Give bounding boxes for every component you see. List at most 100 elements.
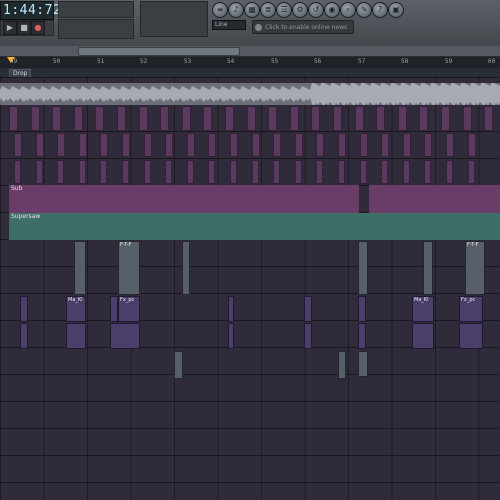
hat-pattern-clip[interactable] <box>78 160 86 184</box>
snare-pattern-clip[interactable] <box>230 133 238 157</box>
kick-pattern-clip[interactable] <box>354 106 364 131</box>
hat-pattern-clip[interactable] <box>186 160 194 184</box>
snare-pattern-clip[interactable] <box>165 133 174 157</box>
search-icon[interactable]: ⌕ <box>340 2 356 18</box>
stop-button[interactable]: ■ <box>17 21 31 35</box>
automation-clip[interactable] <box>110 323 140 349</box>
kick-pattern-clip[interactable] <box>246 106 256 131</box>
snare-pattern-clip[interactable] <box>316 133 325 157</box>
snare-pattern-clip[interactable] <box>359 133 368 157</box>
snare-pattern-clip[interactable] <box>186 133 195 157</box>
automation-clip[interactable] <box>228 296 234 322</box>
snap-select[interactable]: Line <box>212 20 246 30</box>
automation-clip[interactable] <box>412 323 434 349</box>
snare-pattern-clip[interactable] <box>251 133 260 157</box>
snare-pattern-clip[interactable] <box>208 133 217 157</box>
snare-pattern-clip[interactable] <box>273 133 282 157</box>
automation-clip[interactable] <box>304 323 312 349</box>
automation-clip[interactable] <box>423 241 433 295</box>
record-button[interactable]: ● <box>31 21 45 35</box>
kick-pattern-clip[interactable] <box>160 106 170 131</box>
kick-pattern-clip[interactable] <box>484 106 494 131</box>
sub-clip[interactable] <box>369 185 500 213</box>
snare-pattern-clip[interactable] <box>402 133 411 157</box>
scrollbar-thumb[interactable] <box>78 47 240 56</box>
snare-pattern-clip[interactable] <box>294 133 303 157</box>
kick-pattern-clip[interactable] <box>138 106 148 131</box>
automation-clip[interactable] <box>66 323 86 349</box>
automation-clip[interactable] <box>74 241 86 295</box>
hat-pattern-clip[interactable] <box>467 160 475 184</box>
snare-pattern-clip[interactable] <box>78 133 87 157</box>
hat-pattern-clip[interactable] <box>402 160 410 184</box>
automation-clip[interactable] <box>20 296 28 322</box>
snare-pattern-clip[interactable] <box>14 133 22 157</box>
hat-pattern-clip[interactable] <box>273 160 281 184</box>
kick-pattern-clip[interactable] <box>268 106 278 131</box>
automation-clip[interactable] <box>182 241 190 295</box>
automation-clip[interactable]: F-T-F <box>118 241 140 295</box>
snare-pattern-clip[interactable] <box>57 133 66 157</box>
hat-pattern-clip[interactable] <box>446 160 453 184</box>
kick-pattern-clip[interactable] <box>52 106 62 131</box>
snare-pattern-clip[interactable] <box>338 133 346 157</box>
automation-clip[interactable]: Fx_pc <box>459 296 483 322</box>
play-button[interactable]: ▶ <box>3 21 17 35</box>
hat-pattern-clip[interactable] <box>251 160 259 184</box>
audio-waveform-clip[interactable] <box>0 83 500 105</box>
automation-clip[interactable] <box>174 351 183 379</box>
kick-pattern-clip[interactable] <box>311 106 321 131</box>
kick-pattern-clip[interactable] <box>289 106 299 131</box>
kick-pattern-clip[interactable] <box>419 106 429 131</box>
kick-pattern-clip[interactable] <box>30 106 40 131</box>
undo-icon[interactable]: ↺ <box>308 2 324 18</box>
automation-clip[interactable] <box>358 351 368 377</box>
playlist-scrollbar[interactable] <box>0 46 500 57</box>
hat-pattern-clip[interactable] <box>208 160 216 184</box>
supersaw-clip[interactable]: Supersaw <box>9 213 369 240</box>
hat-pattern-clip[interactable] <box>294 160 302 184</box>
hat-pattern-clip[interactable] <box>14 160 21 184</box>
snare-pattern-clip[interactable] <box>467 133 476 157</box>
hat-pattern-clip[interactable] <box>57 160 65 184</box>
hat-pattern-clip[interactable] <box>338 160 345 184</box>
automation-clip[interactable] <box>459 323 483 349</box>
snare-pattern-clip[interactable] <box>446 133 454 157</box>
automation-clip[interactable] <box>304 296 312 322</box>
song-position-marker[interactable] <box>7 57 15 63</box>
automation-clip[interactable]: Ma_Kl <box>412 296 434 322</box>
supersaw-clip[interactable] <box>369 213 500 240</box>
kick-pattern-clip[interactable] <box>462 106 472 131</box>
automation-clip[interactable] <box>358 296 366 322</box>
kick-pattern-clip[interactable] <box>203 106 213 131</box>
playlist-icon[interactable]: ≡ <box>212 2 228 18</box>
kick-pattern-clip[interactable] <box>9 106 18 131</box>
hat-pattern-clip[interactable] <box>100 160 108 184</box>
hat-pattern-clip[interactable] <box>230 160 237 184</box>
kick-pattern-clip[interactable] <box>333 106 342 131</box>
snare-pattern-clip[interactable] <box>35 133 44 157</box>
hat-pattern-clip[interactable] <box>424 160 432 184</box>
hat-pattern-clip[interactable] <box>35 160 43 184</box>
kick-pattern-clip[interactable] <box>397 106 407 131</box>
kick-pattern-clip[interactable] <box>181 106 191 131</box>
save-icon[interactable]: ◉ <box>324 2 340 18</box>
hat-pattern-clip[interactable] <box>381 160 389 184</box>
cpu-icon[interactable]: ▣ <box>388 2 404 18</box>
snare-pattern-clip[interactable] <box>100 133 109 157</box>
hat-pattern-clip[interactable] <box>165 160 173 184</box>
snare-pattern-clip[interactable] <box>424 133 433 157</box>
plugin-icon[interactable]: ⚙ <box>292 2 308 18</box>
hat-pattern-clip[interactable] <box>316 160 324 184</box>
online-news-hint[interactable]: Click to enable online news <box>252 20 354 34</box>
automation-clip[interactable] <box>228 323 234 349</box>
channel-rack-icon[interactable]: ▦ <box>244 2 260 18</box>
automation-clip[interactable] <box>358 323 366 349</box>
sub-clip[interactable]: Sub <box>9 185 359 213</box>
kick-pattern-clip[interactable] <box>376 106 386 131</box>
kick-pattern-clip[interactable] <box>95 106 105 131</box>
automation-clip[interactable] <box>338 351 346 379</box>
automation-clip[interactable]: Ma_Kl <box>66 296 86 322</box>
automation-clip[interactable] <box>20 323 28 349</box>
kick-pattern-clip[interactable] <box>73 106 83 131</box>
